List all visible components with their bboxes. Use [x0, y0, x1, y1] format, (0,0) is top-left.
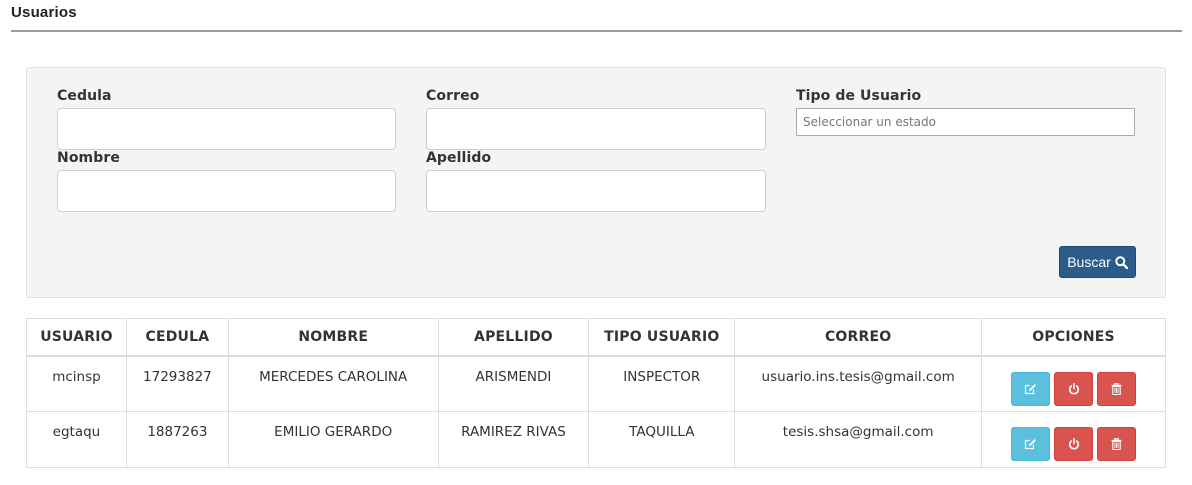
trash-icon — [1111, 382, 1122, 395]
cedula-label: Cedula — [57, 88, 112, 104]
column-header-opciones: OPCIONES — [981, 318, 1166, 357]
trash-icon — [1111, 438, 1122, 450]
tipo-usuario-label: Tipo de Usuario — [796, 88, 922, 104]
column-header-tipo-usuario[interactable]: TIPO USUARIO — [588, 318, 736, 357]
table-row: mcinsp 17293827 MERCEDES CAROLINA ARISME… — [26, 355, 1166, 412]
cell-usuario: mcinsp — [26, 355, 127, 412]
correo-label: Correo — [426, 88, 480, 104]
delete-button[interactable] — [1097, 427, 1137, 461]
cell-apellido: RAMIREZ RIVAS — [437, 411, 590, 468]
delete-button[interactable] — [1097, 371, 1137, 406]
cell-cedula: 17293827 — [125, 355, 229, 412]
cell-nombre: MERCEDES CAROLINA — [227, 355, 439, 412]
edit-icon — [1024, 439, 1037, 450]
nombre-label: Nombre — [57, 150, 120, 166]
cedula-input[interactable] — [57, 108, 396, 150]
apellido-label: Apellido — [426, 150, 492, 166]
edit-button[interactable] — [1011, 371, 1051, 406]
cell-opciones — [981, 355, 1166, 412]
nombre-input[interactable] — [57, 170, 396, 212]
cell-nombre: EMILIO GERARDO — [227, 411, 439, 468]
apellido-field-group: Apellido — [426, 150, 766, 212]
column-header-apellido[interactable]: APELLIDO — [437, 318, 590, 357]
cell-cedula: 1887263 — [125, 411, 229, 468]
cell-correo: usuario.ins.tesis@gmail.com — [734, 355, 983, 412]
column-header-correo[interactable]: CORREO — [734, 318, 983, 357]
tipo-usuario-field-group: Tipo de Usuario Seleccionar un estado — [796, 88, 1135, 136]
cedula-field-group: Cedula — [57, 88, 396, 150]
table-row: egtaqu 1887263 EMILIO GERARDO RAMIREZ RI… — [26, 411, 1166, 468]
column-header-nombre[interactable]: NOMBRE — [227, 318, 439, 357]
cell-tipo-usuario: TAQUILLA — [588, 411, 736, 468]
users-table: USUARIO CEDULA NOMBRE APELLIDO TIPO USUA… — [26, 318, 1166, 468]
filter-panel: Cedula Correo Tipo de Usuario Selecciona… — [26, 67, 1166, 298]
search-icon — [1115, 255, 1128, 269]
cell-opciones — [981, 411, 1166, 468]
power-icon — [1068, 438, 1079, 450]
search-button-label: Buscar — [1067, 254, 1111, 270]
title-divider — [11, 30, 1182, 32]
cell-tipo-usuario: INSPECTOR — [588, 355, 736, 412]
cell-usuario: egtaqu — [26, 411, 127, 468]
table-header-row: USUARIO CEDULA NOMBRE APELLIDO TIPO USUA… — [26, 318, 1166, 357]
correo-input[interactable] — [426, 108, 766, 150]
tipo-usuario-select[interactable]: Seleccionar un estado — [796, 108, 1135, 136]
edit-icon — [1024, 383, 1037, 394]
column-header-usuario[interactable]: USUARIO — [26, 318, 127, 357]
apellido-input[interactable] — [426, 170, 766, 212]
search-button[interactable]: Buscar — [1059, 246, 1136, 278]
power-icon — [1068, 382, 1079, 394]
page-title: Usuarios — [11, 4, 77, 21]
edit-button[interactable] — [1011, 427, 1051, 461]
cell-apellido: ARISMENDI — [437, 355, 590, 412]
toggle-status-button[interactable] — [1054, 427, 1094, 461]
cell-correo: tesis.shsa@gmail.com — [734, 411, 983, 468]
toggle-status-button[interactable] — [1054, 371, 1094, 406]
column-header-cedula[interactable]: CEDULA — [125, 318, 229, 357]
correo-field-group: Correo — [426, 88, 766, 150]
nombre-field-group: Nombre — [57, 150, 396, 212]
